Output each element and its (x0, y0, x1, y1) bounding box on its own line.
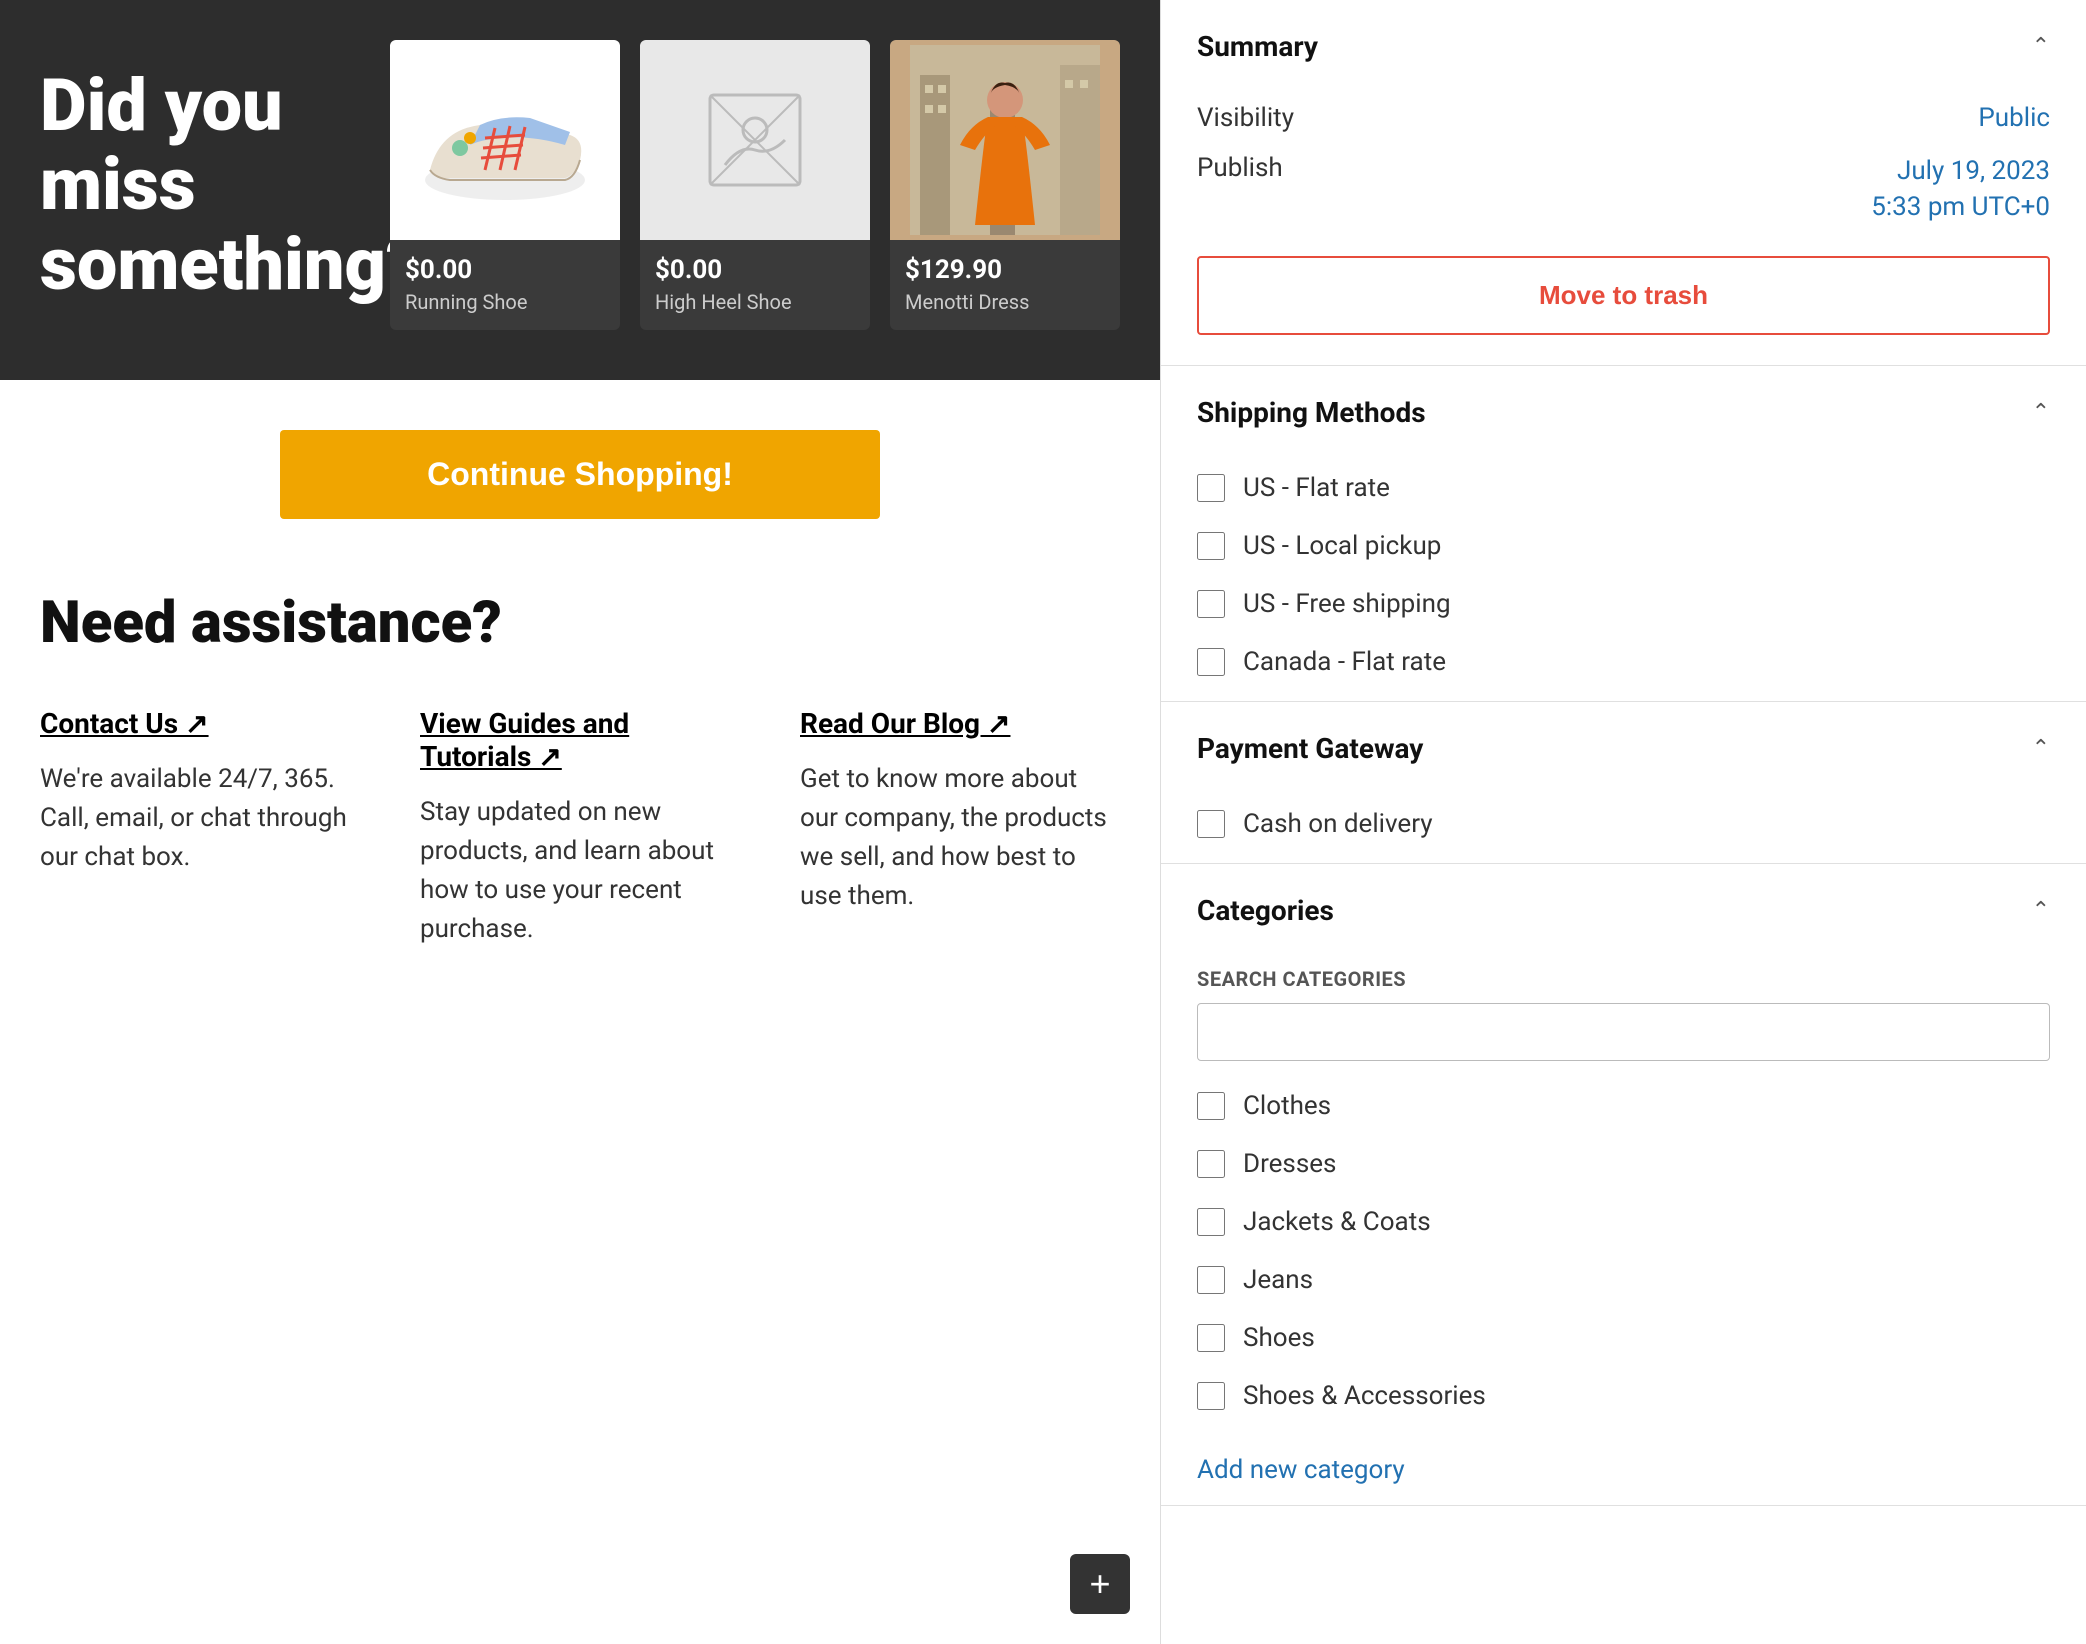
product-card-info-1: $0.00 High Heel Shoe (640, 240, 870, 330)
move-to-trash-button[interactable]: Move to trash (1197, 256, 2050, 335)
shipping-method-1: US - Local pickup (1161, 517, 2086, 575)
product-image-0 (390, 40, 620, 240)
add-new-category-link[interactable]: Add new category (1161, 1435, 2086, 1505)
shipping-checkbox-2[interactable] (1197, 590, 1225, 618)
guides-link[interactable]: View Guides and Tutorials ↗ (420, 707, 740, 773)
publish-date[interactable]: July 19, 2023 5:33 pm UTC+0 (1871, 153, 2050, 226)
payment-title: Payment Gateway (1197, 732, 1423, 765)
category-item-0: Clothes (1161, 1077, 2086, 1135)
shipping-method-0: US - Flat rate (1161, 459, 2086, 517)
shipping-header[interactable]: Shipping Methods ⌃ (1161, 366, 2086, 459)
shipping-section: Shipping Methods ⌃ US - Flat rate US - L… (1161, 366, 2086, 702)
payment-method-label-0: Cash on delivery (1243, 809, 1433, 839)
payment-chevron-icon: ⌃ (2032, 736, 2050, 761)
category-checkbox-5[interactable] (1197, 1382, 1225, 1410)
category-checkbox-1[interactable] (1197, 1150, 1225, 1178)
left-wrapper: Did you miss something? (0, 0, 1160, 1644)
guides-text: Stay updated on new products, and learn … (420, 793, 740, 949)
product-card-1[interactable]: $0.00 High Heel Shoe (640, 40, 870, 330)
product-image-2 (890, 40, 1120, 240)
categories-chevron-icon: ⌃ (2032, 898, 2050, 923)
shipping-method-label-2: US - Free shipping (1243, 589, 1451, 619)
contact-us-text: We're available 24/7, 365. Call, email, … (40, 760, 360, 877)
shipping-checkbox-1[interactable] (1197, 532, 1225, 560)
search-categories-label: SEARCH CATEGORIES (1161, 957, 2086, 997)
category-checkbox-4[interactable] (1197, 1324, 1225, 1352)
right-panel: Summary ⌃ Visibility Public Publish July… (1160, 0, 2086, 1644)
hero-heading: Did you miss something? (40, 66, 360, 304)
placeholder-svg-icon (705, 90, 805, 190)
product-name-0: Running Shoe (405, 289, 605, 315)
assistance-col-1: View Guides and Tutorials ↗ Stay updated… (420, 707, 740, 949)
category-label-5: Shoes & Accessories (1243, 1381, 1486, 1411)
product-price-2: $129.90 (905, 255, 1105, 285)
product-card-info-2: $129.90 Menotti Dress (890, 240, 1120, 330)
payment-section: Payment Gateway ⌃ Cash on delivery (1161, 702, 2086, 864)
summary-header[interactable]: Summary ⌃ (1161, 0, 2086, 93)
category-item-5: Shoes & Accessories (1161, 1367, 2086, 1425)
category-label-0: Clothes (1243, 1091, 1331, 1121)
assistance-section: Need assistance? Contact Us ↗ We're avai… (0, 569, 1160, 989)
category-checkbox-0[interactable] (1197, 1092, 1225, 1120)
shipping-title: Shipping Methods (1197, 396, 1426, 429)
assistance-col-0: Contact Us ↗ We're available 24/7, 365. … (40, 707, 360, 949)
categories-title: Categories (1197, 894, 1334, 927)
dress-svg-icon (910, 45, 1100, 235)
assistance-col-2: Read Our Blog ↗ Get to know more about o… (800, 707, 1120, 949)
shoe-svg-icon (410, 60, 600, 220)
continue-shopping-button[interactable]: Continue Shopping! (280, 430, 880, 519)
contact-us-link[interactable]: Contact Us ↗ (40, 707, 360, 740)
shipping-method-label-1: US - Local pickup (1243, 531, 1441, 561)
summary-title: Summary (1197, 30, 1318, 63)
product-price-0: $0.00 (405, 255, 605, 285)
summary-chevron-icon: ⌃ (2032, 34, 2050, 59)
category-item-1: Dresses (1161, 1135, 2086, 1193)
shipping-chevron-icon: ⌃ (2032, 400, 2050, 425)
shipping-method-label-3: Canada - Flat rate (1243, 647, 1446, 677)
product-cards: $0.00 Running Shoe (390, 40, 1120, 330)
category-item-4: Shoes (1161, 1309, 2086, 1367)
category-list: Clothes Dresses Jackets & Coats Jeans Sh… (1161, 1077, 2086, 1435)
categories-section: Categories ⌃ SEARCH CATEGORIES Clothes D… (1161, 864, 2086, 1506)
continue-section: Continue Shopping! (0, 380, 1160, 569)
product-price-1: $0.00 (655, 255, 855, 285)
plus-button[interactable]: + (1070, 1554, 1130, 1614)
summary-section: Summary ⌃ Visibility Public Publish July… (1161, 0, 2086, 366)
assistance-title: Need assistance? (40, 589, 1120, 657)
product-card-0[interactable]: $0.00 Running Shoe (390, 40, 620, 330)
blog-text: Get to know more about our company, the … (800, 760, 1120, 916)
shipping-checkbox-3[interactable] (1197, 648, 1225, 676)
payment-method-0: Cash on delivery (1161, 795, 2086, 863)
blog-link[interactable]: Read Our Blog ↗ (800, 707, 1120, 740)
shipping-checkbox-0[interactable] (1197, 474, 1225, 502)
product-name-2: Menotti Dress (905, 289, 1105, 315)
assistance-columns: Contact Us ↗ We're available 24/7, 365. … (40, 707, 1120, 949)
category-checkbox-3[interactable] (1197, 1266, 1225, 1294)
payment-checkbox-0[interactable] (1197, 810, 1225, 838)
summary-publish-row: Publish July 19, 2023 5:33 pm UTC+0 (1161, 143, 2086, 236)
categories-header[interactable]: Categories ⌃ (1161, 864, 2086, 957)
shipping-method-2: US - Free shipping (1161, 575, 2086, 633)
category-label-1: Dresses (1243, 1149, 1336, 1179)
product-image-1 (640, 40, 870, 240)
search-categories-input[interactable] (1197, 1003, 2050, 1061)
payment-header[interactable]: Payment Gateway ⌃ (1161, 702, 2086, 795)
product-card-2[interactable]: $129.90 Menotti Dress (890, 40, 1120, 330)
visibility-value[interactable]: Public (1978, 103, 2050, 133)
product-card-info-0: $0.00 Running Shoe (390, 240, 620, 330)
hero-section: Did you miss something? (0, 0, 1160, 380)
category-item-2: Jackets & Coats (1161, 1193, 2086, 1251)
category-checkbox-2[interactable] (1197, 1208, 1225, 1236)
summary-visibility-row: Visibility Public (1161, 93, 2086, 143)
category-label-2: Jackets & Coats (1243, 1207, 1431, 1237)
category-item-3: Jeans (1161, 1251, 2086, 1309)
category-label-4: Shoes (1243, 1323, 1315, 1353)
shipping-method-3: Canada - Flat rate (1161, 633, 2086, 701)
publish-label: Publish (1197, 153, 1283, 183)
product-name-1: High Heel Shoe (655, 289, 855, 315)
visibility-label: Visibility (1197, 103, 1294, 133)
left-panel: Did you miss something? (0, 0, 1160, 989)
category-label-3: Jeans (1243, 1265, 1313, 1295)
shipping-method-label-0: US - Flat rate (1243, 473, 1390, 503)
